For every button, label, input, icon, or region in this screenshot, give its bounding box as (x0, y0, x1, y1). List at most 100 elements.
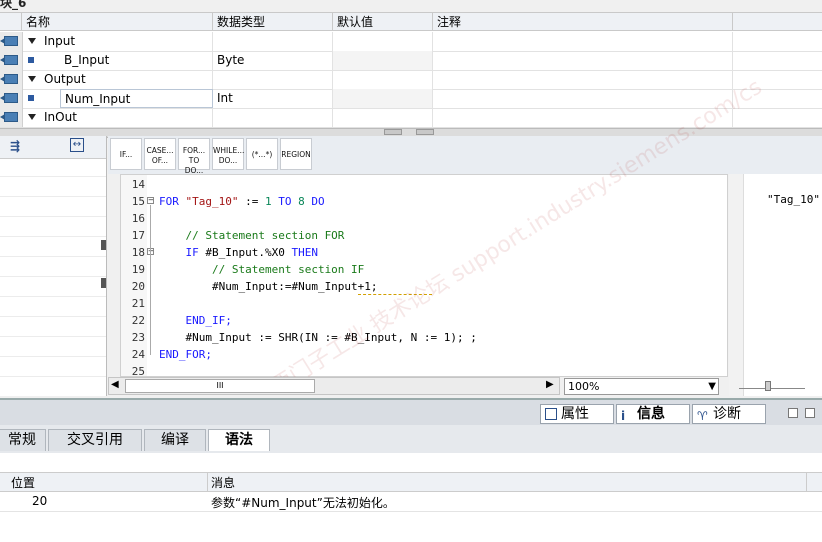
watch-values-pane: "Tag_10" (729, 174, 822, 396)
maximize-icon[interactable] (805, 408, 815, 418)
scroll-right-icon[interactable]: ▶ (546, 379, 554, 390)
scroll-thumb[interactable]: III (125, 379, 315, 393)
code-line[interactable]: IF #B_Input.%X0 THEN (159, 246, 318, 259)
header-position[interactable]: 位置 (11, 474, 35, 491)
message-row[interactable]: 20 参数“#Num_Input”无法初始化。 (0, 492, 822, 512)
line-number: 21 (131, 297, 145, 310)
tab-diagnostics[interactable]: ♈ 诊断 (692, 404, 766, 424)
interface-comment[interactable] (433, 32, 733, 51)
interface-row-input[interactable]: Input (0, 32, 822, 52)
interface-name[interactable]: Output (40, 70, 213, 89)
code-line[interactable]: // Statement section FOR (159, 229, 344, 242)
interface-type[interactable]: Byte (213, 51, 333, 70)
snippet-for-button[interactable]: FOR... TO DO... (178, 138, 210, 175)
expand-icon[interactable] (28, 114, 36, 120)
variable-icon (28, 57, 34, 63)
line-number: 15 (131, 195, 145, 208)
tab-info[interactable]: i 信息 (616, 404, 690, 424)
code-line[interactable]: #Num_Input := SHR(IN := #B_Input, N := 1… (159, 331, 476, 344)
left-instructions-pane: ⇶ ↔ (0, 136, 107, 396)
info-icon: i (621, 409, 626, 423)
interface-param-icon (0, 93, 18, 103)
header-extra (733, 13, 822, 31)
interface-name[interactable]: InOut (40, 108, 213, 127)
interface-name[interactable]: Num_Input (60, 89, 213, 108)
interface-comment[interactable] (433, 89, 733, 108)
snippet-case-button[interactable]: CASE... OF... (144, 138, 176, 170)
interface-type[interactable] (213, 70, 333, 89)
code-line[interactable]: FOR "Tag_10" := 1 TO 8 DO (159, 195, 325, 208)
line-number: 14 (131, 178, 145, 191)
interface-param-icon (0, 55, 18, 65)
snippet-comment-button[interactable]: (*...*) (246, 138, 278, 170)
block-title: 块_6 (0, 0, 27, 10)
tab-syntax[interactable]: 语法 (208, 429, 270, 451)
code-line[interactable]: // Statement section IF (159, 263, 364, 276)
tab-compile[interactable]: 编译 (144, 429, 206, 451)
interface-row-b-input[interactable]: B_Input Byte (0, 51, 822, 71)
collapse-down-icon[interactable] (416, 129, 434, 135)
pane-collapse-left-icon[interactable] (101, 240, 106, 250)
tab-properties[interactable]: 属性 (540, 404, 614, 424)
message-list: 位置 消息 20 参数“#Num_Input”无法初始化。 (0, 453, 822, 542)
interface-default[interactable] (333, 32, 433, 51)
code-line[interactable]: END_FOR; (159, 348, 212, 361)
tab-general[interactable]: 常规 (0, 429, 46, 451)
code-line[interactable]: END_IF; (159, 314, 231, 327)
interface-default[interactable] (333, 89, 433, 108)
scroll-left-icon[interactable]: ◀ (111, 379, 119, 390)
interface-default[interactable] (333, 70, 433, 89)
header-name[interactable]: 名称 (22, 13, 213, 31)
chevron-down-icon[interactable]: ▼ (708, 379, 716, 394)
snippet-region-button[interactable]: REGION (280, 138, 312, 170)
interface-param-icon (0, 112, 18, 122)
header-message[interactable]: 消息 (211, 474, 235, 491)
line-number: 22 (131, 314, 145, 327)
interface-type[interactable] (213, 108, 333, 127)
pane-collapse-right-icon[interactable] (101, 278, 106, 288)
horizontal-scrollbar[interactable]: ◀ III ▶ (108, 377, 560, 395)
interface-name[interactable]: B_Input (60, 51, 213, 70)
collapse-up-icon[interactable] (384, 129, 402, 135)
interface-param-icon (0, 74, 18, 84)
scl-snippet-toolbar: IF... CASE... OF... FOR... TO DO... WHIL… (108, 136, 822, 175)
interface-comment[interactable] (433, 51, 733, 70)
interface-default[interactable] (333, 108, 433, 127)
line-number: 19 (131, 263, 145, 276)
zoom-slider-handle[interactable] (765, 381, 771, 391)
interface-name[interactable]: Input (40, 32, 213, 51)
message-text: 参数“#Num_Input”无法初始化。 (211, 496, 395, 510)
tab-cross-reference[interactable]: 交叉引用 (48, 429, 142, 451)
header-default[interactable]: 默认值 (333, 13, 433, 31)
interface-table: 名称 数据类型 默认值 注释 Input B_Input Byte Output… (0, 12, 822, 180)
header-comment[interactable]: 注释 (433, 13, 733, 31)
interface-row-num-input[interactable]: Num_Input Int ≡ (0, 89, 822, 180)
zoom-slider[interactable] (739, 378, 805, 391)
interface-row-inout[interactable]: InOut (0, 108, 822, 128)
properties-icon (545, 408, 557, 420)
snippet-if-button[interactable]: IF... (110, 138, 142, 170)
interface-row-output[interactable]: Output (0, 70, 822, 90)
fold-toggle-icon[interactable]: − (147, 197, 154, 204)
watch-value: "Tag_10" (767, 193, 820, 206)
interface-type[interactable] (213, 32, 333, 51)
message-position: 20 (32, 494, 48, 508)
header-icon-col (0, 13, 22, 31)
interface-comment[interactable] (433, 70, 733, 89)
line-number: 18 (131, 246, 145, 259)
restore-icon[interactable] (788, 408, 798, 418)
list-view-icon[interactable]: ⇶ (10, 139, 20, 153)
scl-code-editor[interactable]: 14 15 16 17 18 19 20 21 22 23 24 25 − − … (120, 174, 728, 378)
fit-width-icon[interactable]: ↔ (70, 138, 84, 152)
header-datatype[interactable]: 数据类型 (213, 13, 333, 31)
line-number: 16 (131, 212, 145, 225)
expand-icon[interactable] (28, 38, 36, 44)
code-line[interactable]: #Num_Input:=#Num_Input+1; (159, 280, 378, 293)
interface-default[interactable] (333, 51, 433, 70)
zoom-select[interactable]: 100% ▼ (564, 378, 719, 395)
interface-type[interactable]: Int (213, 89, 333, 108)
snippet-while-button[interactable]: WHILE... DO... (212, 138, 244, 170)
interface-comment[interactable] (433, 108, 733, 127)
zoom-value: 100% (568, 380, 600, 393)
expand-icon[interactable] (28, 76, 36, 82)
